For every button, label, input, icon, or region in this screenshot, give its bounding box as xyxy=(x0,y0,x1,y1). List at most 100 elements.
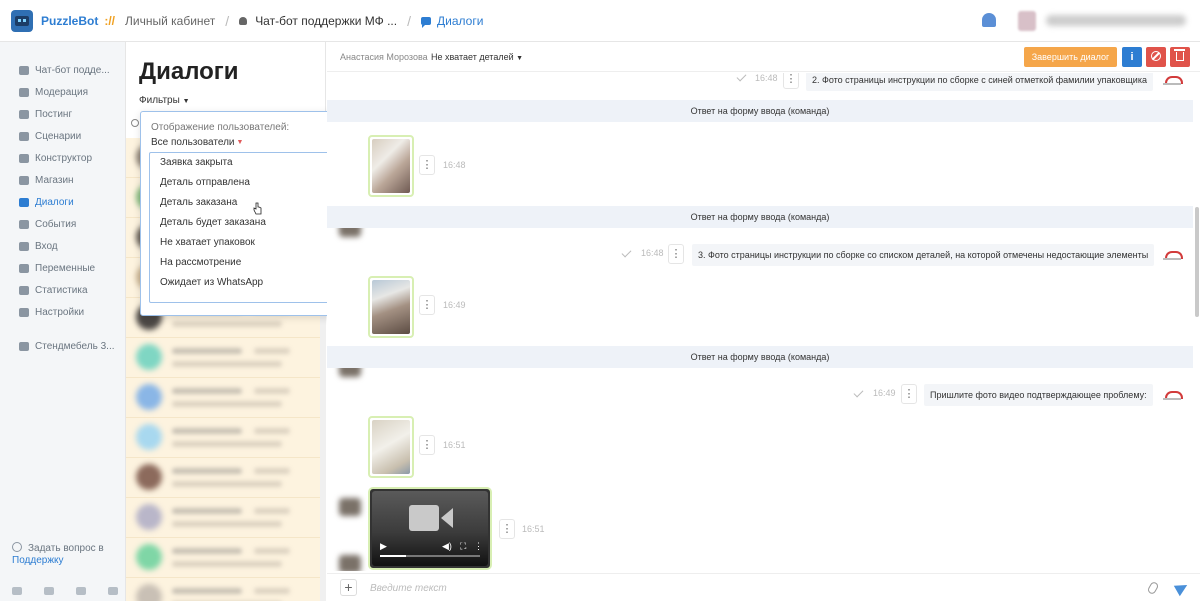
sidebar-item-moderation[interactable]: Модерация xyxy=(0,81,126,103)
filters-toggle[interactable]: Фильтры ▼ xyxy=(139,95,190,106)
list-item[interactable] xyxy=(126,458,320,498)
brand-logo[interactable]: PuzzleBot :// xyxy=(11,9,115,32)
message-menu-button[interactable]: ⋮ xyxy=(419,155,435,175)
dropdown-option[interactable]: Ожидает из WhatsApp xyxy=(150,273,332,293)
photo-attachment[interactable] xyxy=(368,416,414,478)
user-display-select[interactable]: Все пользователи ▼ xyxy=(151,137,243,148)
list-item[interactable] xyxy=(126,538,320,578)
support-link[interactable]: Поддержку xyxy=(12,555,104,567)
message-time: 16:49 xyxy=(873,388,896,398)
sidebar-item-events[interactable]: События xyxy=(0,213,126,235)
sidebar-item-posting[interactable]: Постинг xyxy=(0,103,126,125)
delete-dialog-button[interactable] xyxy=(1170,47,1190,67)
photo-attachment[interactable] xyxy=(368,135,414,197)
list-item-name xyxy=(172,428,242,434)
message-list-scrollbar[interactable] xyxy=(1195,207,1199,317)
photo-image xyxy=(372,139,410,193)
breadcrumb-separator: / xyxy=(225,12,230,29)
list-item[interactable] xyxy=(126,338,320,378)
bot-icon xyxy=(239,16,248,25)
breadcrumb-bot-label: Чат-бот поддержки МФ ... xyxy=(255,13,398,28)
list-item-preview xyxy=(172,401,282,407)
breadcrumb-separator: / xyxy=(407,12,411,29)
list-item-time xyxy=(254,428,290,434)
breadcrumb-bot[interactable]: Чат-бот поддержки МФ ... xyxy=(239,14,397,28)
sidebar-item-shop[interactable]: Магазин xyxy=(0,169,126,191)
send-icon[interactable] xyxy=(1173,579,1191,597)
sidebar-item-statistics[interactable]: Статистика xyxy=(0,279,126,301)
dropdown-option[interactable]: На рассмотрение xyxy=(150,253,332,273)
cart-icon xyxy=(19,175,29,185)
avatar xyxy=(136,384,162,410)
photo-image xyxy=(372,280,410,334)
avatar xyxy=(136,584,162,601)
list-item[interactable] xyxy=(126,578,320,601)
message-menu-button[interactable]: ⋮ xyxy=(668,244,684,264)
play-icon[interactable]: ▶ xyxy=(380,541,387,552)
message-menu-button[interactable]: ⋮ xyxy=(901,384,917,404)
list-item[interactable] xyxy=(126,378,320,418)
chat-status-select[interactable]: Не хватает деталей ▼ xyxy=(431,52,523,62)
fullscreen-icon[interactable]: ⛶ xyxy=(460,541,466,552)
message-menu-button[interactable]: ⋮ xyxy=(419,435,435,455)
list-item-preview xyxy=(172,361,282,367)
block-user-button[interactable] xyxy=(1146,47,1166,67)
sidebar-item-workspace[interactable]: Стендмебель 3... xyxy=(0,335,126,357)
info-button[interactable]: i xyxy=(1122,47,1142,67)
user-avatar[interactable] xyxy=(1018,11,1036,31)
filter-popup-label: Отображение пользователей: xyxy=(151,122,290,133)
chat-user-name[interactable]: Анастасия Морозова xyxy=(340,52,428,62)
message-time: 16:48 xyxy=(755,73,778,83)
message-input[interactable]: Введите текст xyxy=(370,583,447,594)
sidebar-item-scenarios[interactable]: Сценарии xyxy=(0,125,126,147)
notifications-bell-icon[interactable] xyxy=(982,13,996,27)
breadcrumb-cabinet[interactable]: Личный кабинет xyxy=(125,14,215,28)
list-item-time xyxy=(254,508,290,514)
photo-attachment[interactable] xyxy=(368,276,414,338)
list-item[interactable] xyxy=(126,498,320,538)
dropdown-option[interactable]: Деталь заказана xyxy=(150,193,332,213)
list-item[interactable] xyxy=(126,418,320,458)
finish-dialog-button[interactable]: Завершить диалог xyxy=(1024,47,1117,67)
dropdown-option[interactable]: Деталь будет заказана xyxy=(150,213,332,233)
trash-icon xyxy=(1174,49,1185,61)
volume-icon[interactable]: ◀) xyxy=(442,541,452,552)
video-progress-bar[interactable] xyxy=(380,555,480,557)
telegram-icon[interactable] xyxy=(12,587,22,595)
chat-icon xyxy=(19,197,29,207)
top-bar: PuzzleBot :// Личный кабинет / Чат-бот п… xyxy=(0,0,1200,42)
sidebar-item-constructor[interactable]: Конструктор xyxy=(0,147,126,169)
sidebar-item-settings[interactable]: Настройки xyxy=(0,301,126,323)
sidebar-item-label: Переменные xyxy=(35,262,96,274)
vk-icon[interactable] xyxy=(76,587,86,595)
dropdown-option[interactable]: Не хватает упаковок xyxy=(150,233,332,253)
message-menu-button[interactable]: ⋮ xyxy=(419,295,435,315)
brand-name: PuzzleBot xyxy=(41,13,99,28)
caret-down-icon: ▼ xyxy=(516,55,524,62)
dropdown-option[interactable]: Деталь отправлена xyxy=(150,173,332,193)
search-icon[interactable] xyxy=(131,119,139,127)
message-menu-button[interactable]: ⋮ xyxy=(783,73,799,89)
message-menu-button[interactable]: ⋮ xyxy=(499,519,515,539)
sidebar-item-login[interactable]: Вход xyxy=(0,235,126,257)
login-icon xyxy=(19,241,29,251)
breadcrumb-dialogs[interactable]: Диалоги xyxy=(421,14,483,28)
avatar xyxy=(136,464,162,490)
sidebar-item-variables[interactable]: Переменные xyxy=(0,257,126,279)
variables-icon xyxy=(19,263,29,273)
ban-icon xyxy=(1151,51,1161,61)
video-more-icon[interactable]: ⋮ xyxy=(474,541,483,552)
help-block: Задать вопрос в Поддержку xyxy=(12,542,104,567)
list-item-preview xyxy=(172,481,282,487)
user-name-blurred[interactable] xyxy=(1046,15,1186,26)
sidebar-item-label: Модерация xyxy=(35,86,89,98)
sidebar-item-dialogs[interactable]: Диалоги xyxy=(0,191,126,213)
sidebar-item-bot[interactable]: Чат-бот подде... xyxy=(0,59,126,81)
add-attachment-button[interactable]: + xyxy=(340,579,357,596)
youtube-icon[interactable] xyxy=(44,587,54,595)
paperclip-icon[interactable] xyxy=(1146,580,1160,596)
video-attachment[interactable]: ▶ ◀) ⛶ ⋮ xyxy=(368,487,492,570)
facebook-icon[interactable] xyxy=(108,587,118,595)
workspace-icon xyxy=(19,341,29,351)
dropdown-option[interactable]: Заявка закрыта xyxy=(150,153,332,173)
